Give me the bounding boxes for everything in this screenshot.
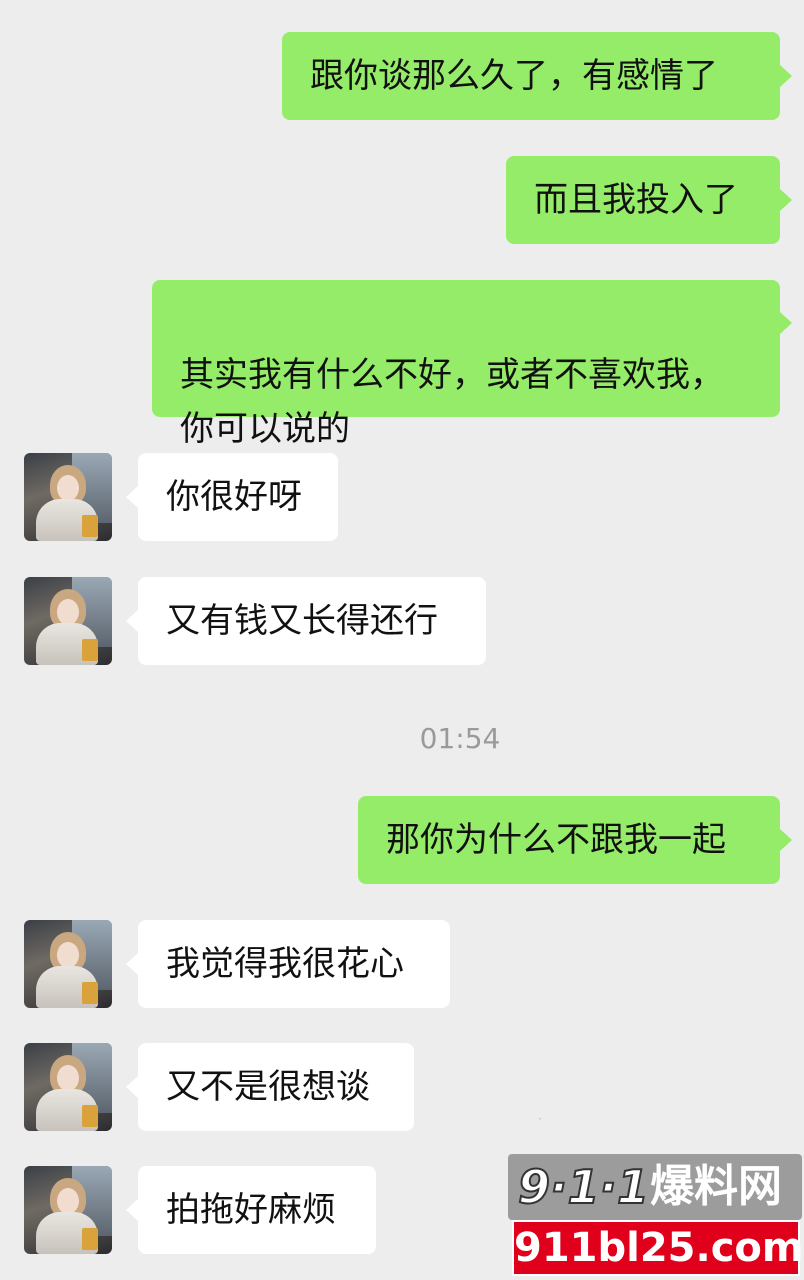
message-text: 你很好呀 xyxy=(166,477,302,517)
watermark: 9·1·1 爆料网 911bl25.com xyxy=(508,1154,804,1278)
message-bubble[interactable]: 那你为什么不跟我一起 xyxy=(358,796,780,884)
avatar-cup xyxy=(82,1105,98,1127)
watermark-domain: 911bl25.com xyxy=(514,1225,804,1271)
avatar-face xyxy=(57,1065,79,1091)
bubble-tail xyxy=(780,829,792,851)
avatar-face xyxy=(57,475,79,501)
watermark-site-name: 爆料网 xyxy=(650,1161,782,1212)
message-bubble[interactable]: 又不是很想谈 xyxy=(138,1043,414,1131)
contact-avatar[interactable] xyxy=(24,453,112,541)
bubble-tail xyxy=(126,1076,138,1098)
message-bubble[interactable]: 其实我有什么不好，或者不喜欢我， 你可以说的 xyxy=(152,280,780,449)
message-text: 跟你谈那么久了，有感情了 xyxy=(310,56,718,96)
avatar-cup xyxy=(82,982,98,1004)
message-text: 我觉得我很花心 xyxy=(166,944,404,984)
contact-avatar[interactable] xyxy=(24,920,112,1008)
avatar-face xyxy=(57,942,79,968)
contact-avatar[interactable] xyxy=(24,577,112,665)
watermark-logo: 9·1·1 xyxy=(517,1159,650,1215)
watermark-banner: 9·1·1 爆料网 xyxy=(508,1154,802,1220)
message-text: 拍拖好麻烦 xyxy=(166,1190,336,1230)
message-text: 又有钱又长得还行 xyxy=(166,601,438,641)
bubble-tail xyxy=(126,1199,138,1221)
message-text: 又不是很想谈 xyxy=(166,1067,370,1107)
avatar-face xyxy=(57,1188,79,1214)
bubble-tail xyxy=(126,610,138,632)
message-bubble[interactable]: 你很好呀 xyxy=(138,453,338,541)
bubble-tail xyxy=(126,486,138,508)
message-bubble[interactable]: 跟你谈那么久了，有感情了 xyxy=(282,32,780,120)
bubble-tail xyxy=(126,953,138,975)
message-bubble[interactable]: 拍拖好麻烦 xyxy=(138,1166,376,1254)
avatar-face xyxy=(57,599,79,625)
image-artifact: · xyxy=(538,1112,542,1126)
message-text: 而且我投入了 xyxy=(534,180,738,220)
avatar-cup xyxy=(82,1228,98,1250)
watermark-domain-box: 911bl25.com xyxy=(512,1220,804,1276)
message-text: 其实我有什么不好，或者不喜欢我， 你可以说的 xyxy=(180,355,724,449)
contact-avatar[interactable] xyxy=(24,1043,112,1131)
bubble-tail xyxy=(780,65,792,87)
avatar-cup xyxy=(82,515,98,537)
message-bubble[interactable]: 而且我投入了 xyxy=(506,156,780,244)
avatar-cup xyxy=(82,639,98,661)
contact-avatar[interactable] xyxy=(24,1166,112,1254)
message-bubble[interactable]: 又有钱又长得还行 xyxy=(138,577,486,665)
message-text: 那你为什么不跟我一起 xyxy=(386,820,726,860)
bubble-tail xyxy=(780,312,792,334)
message-bubble[interactable]: 我觉得我很花心 xyxy=(138,920,450,1008)
chat-timestamp: 01:54 xyxy=(419,722,501,755)
bubble-tail xyxy=(780,189,792,211)
